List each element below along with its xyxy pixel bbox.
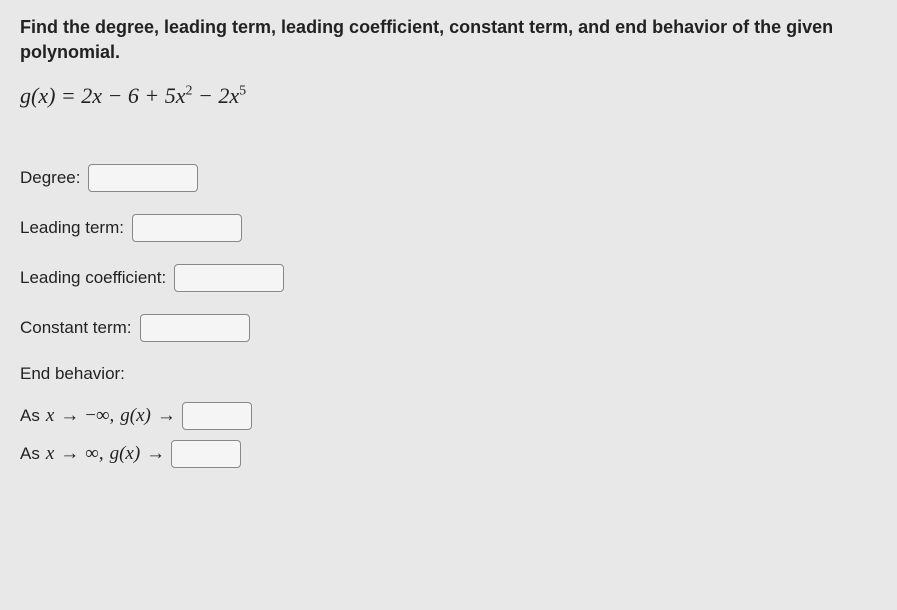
question-prompt: Find the degree, leading term, leading c…: [20, 15, 877, 65]
polynomial-formula: g(x) = 2x − 6 + 5x2 − 2x5: [20, 83, 877, 109]
leading-term-input[interactable]: [132, 214, 242, 242]
arrow-2a: →: [60, 443, 79, 465]
x-var-1: x: [46, 405, 54, 427]
constant-term-input[interactable]: [140, 314, 250, 342]
formula-lhs: g(x): [20, 83, 55, 108]
pos-infinity: ∞,: [85, 443, 103, 465]
formula-term-2: − 6 + 5x: [108, 83, 186, 108]
formula-term-3: − 2x: [198, 83, 239, 108]
leading-coefficient-label: Leading coefficient:: [20, 268, 166, 288]
end-behavior-neg-inf-row: As x → −∞, g(x) →: [20, 402, 877, 430]
leading-coefficient-row: Leading coefficient:: [20, 264, 877, 292]
arrow-1a: →: [60, 405, 79, 427]
gx-2: g(x): [110, 443, 141, 465]
as-label-1: As: [20, 406, 40, 426]
degree-row: Degree:: [20, 164, 877, 192]
neg-infinity: −∞,: [85, 405, 114, 427]
end-behavior-neg-inf-input[interactable]: [182, 402, 252, 430]
leading-term-label: Leading term:: [20, 218, 124, 238]
end-behavior-pos-inf-row: As x → ∞, g(x) →: [20, 440, 877, 468]
constant-term-row: Constant term:: [20, 314, 877, 342]
formula-term-1: 2x: [81, 83, 102, 108]
end-behavior-header: End behavior:: [20, 364, 877, 384]
leading-coefficient-input[interactable]: [174, 264, 284, 292]
equals-sign: =: [61, 83, 81, 108]
arrow-1b: →: [157, 405, 176, 427]
end-behavior-pos-inf-input[interactable]: [171, 440, 241, 468]
degree-label: Degree:: [20, 168, 80, 188]
arrow-2b: →: [146, 443, 165, 465]
gx-1: g(x): [120, 405, 151, 427]
as-label-2: As: [20, 444, 40, 464]
formula-exp-2: 5: [239, 84, 246, 99]
formula-exp-1: 2: [186, 84, 193, 99]
degree-input[interactable]: [88, 164, 198, 192]
x-var-2: x: [46, 443, 54, 465]
constant-term-label: Constant term:: [20, 318, 132, 338]
leading-term-row: Leading term:: [20, 214, 877, 242]
